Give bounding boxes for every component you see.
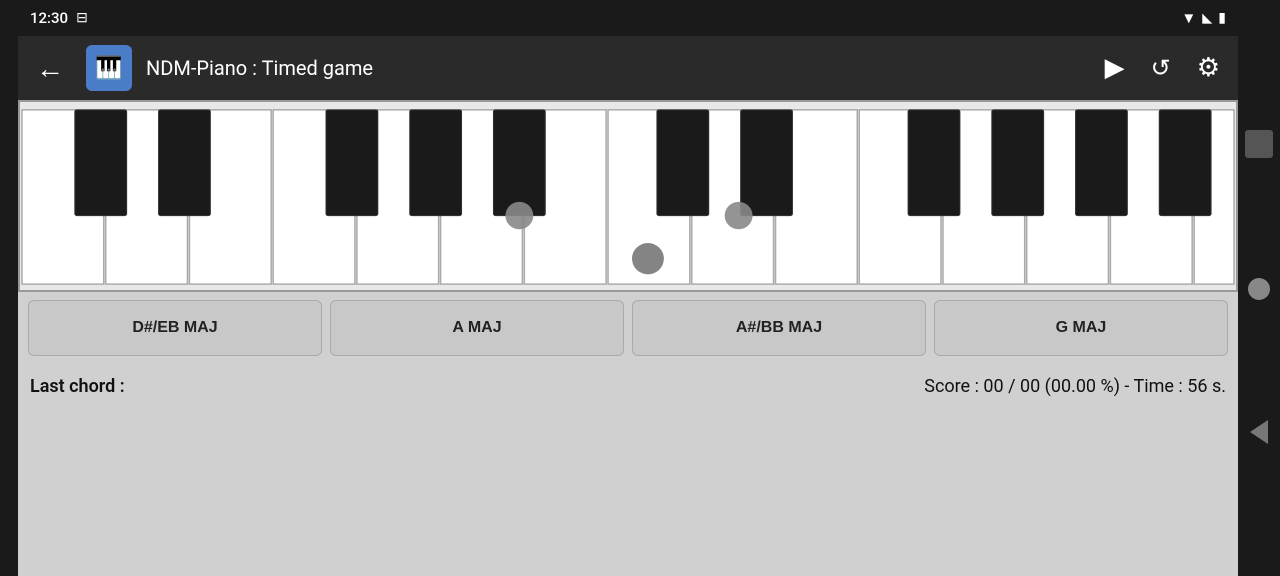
chord-button-2[interactable]: A#/BB MAJ [632,300,926,356]
chord-button-3[interactable]: G MAJ [934,300,1228,356]
note-dot [725,202,753,229]
black-key[interactable] [992,110,1044,216]
piano-keyboard-svg [20,102,1236,290]
black-key[interactable] [75,110,127,216]
signal-icon: ◣ [1202,11,1212,26]
black-key[interactable] [1159,110,1211,216]
status-bar: 12:30 ⊟ ▼ ◣ ▮ [18,0,1238,36]
toolbar-controls: ▶ ↺ ⚙ [1097,49,1228,87]
right-bar-square [1245,130,1273,158]
note-dot [505,202,533,229]
black-key[interactable] [159,110,211,216]
time-display: 12:30 [30,9,68,27]
chord-buttons-container: D#/EB MAJ A MAJ A#/BB MAJ G MAJ [18,292,1238,364]
refresh-button[interactable]: ↺ [1143,50,1179,86]
note-dot [632,243,664,274]
status-bar-left: 12:30 ⊟ [30,9,88,27]
chord-button-0[interactable]: D#/EB MAJ [28,300,322,356]
status-bar-right: ▼ ◣ ▮ [1181,9,1226,27]
last-chord-label: Last chord : [30,376,125,397]
piano-icon: 🎹 [95,56,122,81]
back-button[interactable]: ← [28,48,72,89]
wifi-icon: ▼ [1181,9,1196,27]
app-title: NDM-Piano : Timed game [146,56,1083,80]
black-key[interactable] [1076,110,1128,216]
play-button[interactable]: ▶ [1097,49,1133,87]
black-key[interactable] [908,110,960,216]
toolbar: ← 🎹 NDM-Piano : Timed game ▶ ↺ ⚙ [18,36,1238,100]
right-bar-circle [1248,278,1270,300]
main-content: 12:30 ⊟ ▼ ◣ ▮ ← 🎹 NDM-Piano : Timed game… [18,0,1238,576]
right-bar-arrow [1250,420,1268,444]
settings-button[interactable]: ⚙ [1189,49,1228,87]
black-key[interactable] [741,110,793,216]
sim-icon: ⊟ [76,10,88,26]
app-icon: 🎹 [86,45,132,91]
piano-container [18,100,1238,292]
bottom-status: Last chord : Score : 00 / 00 (00.00 %) -… [18,364,1238,408]
battery-icon: ▮ [1218,10,1226,26]
score-time-label: Score : 00 / 00 (00.00 %) - Time : 56 s. [924,376,1226,397]
black-key[interactable] [410,110,462,216]
right-bar [1238,0,1280,576]
left-bar [0,0,18,576]
black-key[interactable] [326,110,378,216]
chord-button-1[interactable]: A MAJ [330,300,624,356]
black-key[interactable] [493,110,545,216]
black-key[interactable] [657,110,709,216]
